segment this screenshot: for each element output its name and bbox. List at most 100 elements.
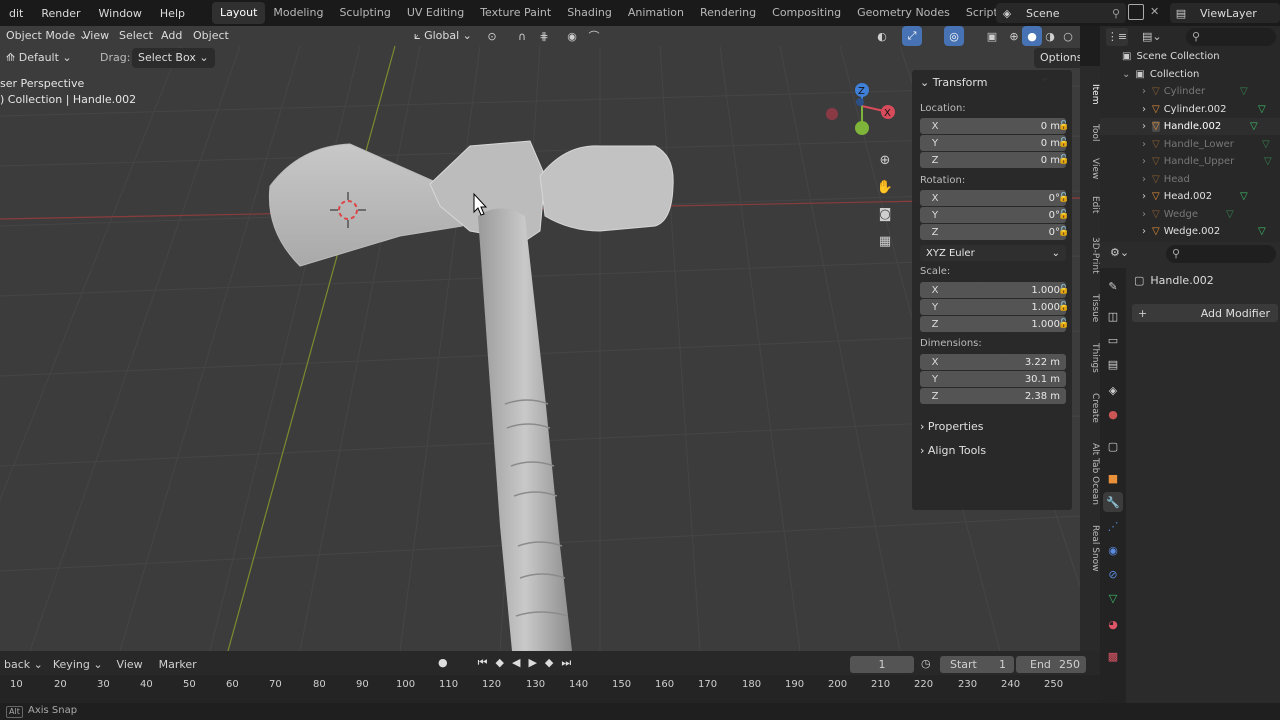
orientation-dropdown[interactable]: ⟰ Default ⌄: [0, 48, 78, 68]
lock-icon[interactable]: 🔓: [1058, 121, 1069, 131]
proportional-edit-icon[interactable]: ◉: [562, 26, 582, 46]
solid-shading-icon[interactable]: ●: [1022, 26, 1042, 46]
menu-help[interactable]: Help: [151, 7, 194, 20]
timeline-menu-view[interactable]: View: [109, 658, 151, 671]
tab-shading[interactable]: Shading: [559, 2, 620, 24]
next-keyframe-icon[interactable]: ◆: [545, 656, 553, 670]
scale-z-field[interactable]: Z 1.000: [920, 316, 1066, 332]
xray-icon[interactable]: ▣: [982, 26, 1002, 46]
dimensions-z-field[interactable]: Z 2.38 m: [920, 388, 1066, 404]
menu-add[interactable]: Add: [155, 26, 188, 46]
lock-icon[interactable]: 🔓: [1058, 155, 1069, 165]
align-tools-header[interactable]: › Align Tools: [920, 444, 986, 457]
play-icon[interactable]: ▶: [528, 656, 536, 670]
display-mode-icon[interactable]: ▤⌄: [1142, 28, 1168, 46]
start-frame-field[interactable]: Start 1: [940, 656, 1014, 673]
tab-uv-editing[interactable]: UV Editing: [399, 2, 472, 24]
play-reverse-icon[interactable]: ◀: [512, 656, 520, 670]
overlay-icon[interactable]: ◎: [944, 26, 964, 46]
dimensions-x-field[interactable]: X 3.22 m: [920, 354, 1066, 370]
location-y-field[interactable]: Y0 m: [920, 135, 1066, 151]
menu-edit[interactable]: dit: [0, 7, 32, 20]
timeline-menu-marker[interactable]: Marker: [151, 658, 205, 671]
pivot-icon[interactable]: ⊙: [482, 26, 502, 46]
properties-header[interactable]: › Properties: [920, 420, 984, 433]
material-tab-icon[interactable]: ◕: [1103, 614, 1123, 634]
drag-dropdown[interactable]: Select Box ⌄: [132, 48, 215, 68]
outliner-item[interactable]: › ▽ Handle_Lower ▽: [1100, 136, 1280, 153]
collection-row[interactable]: ⌄ ▣ Collection: [1100, 66, 1280, 83]
lock-icon[interactable]: 🔓: [1058, 285, 1069, 295]
object-name-field[interactable]: ▢ Handle.002: [1134, 274, 1214, 287]
outliner-item[interactable]: › ▽ Head: [1100, 171, 1280, 188]
view-layer-selector[interactable]: ▤ ViewLayer: [1170, 3, 1280, 23]
dimensions-y-field[interactable]: Y 30.1 m: [920, 371, 1066, 387]
new-scene-icon[interactable]: [1128, 4, 1144, 20]
options-dropdown[interactable]: Options ⌄: [1034, 48, 1080, 84]
scene-tab-icon[interactable]: ◈: [1103, 380, 1123, 400]
tab-texture-paint[interactable]: Texture Paint: [472, 2, 559, 24]
tab-3d-print[interactable]: 3D-Print: [1080, 231, 1100, 279]
prev-keyframe-icon[interactable]: ◆: [496, 656, 504, 670]
jump-end-icon[interactable]: ⏭: [561, 656, 571, 670]
texture-tab-icon[interactable]: ▩: [1103, 646, 1123, 666]
rotation-y-field[interactable]: Y 0°: [920, 207, 1066, 223]
outliner-editor-icon[interactable]: ⋮≡: [1106, 28, 1128, 46]
lock-icon[interactable]: 🔓: [1058, 193, 1069, 203]
outliner-search-input[interactable]: ⚲: [1186, 28, 1276, 46]
tab-tool[interactable]: Tool: [1080, 118, 1100, 148]
outliner-item[interactable]: › ▽ Cylinder ▽: [1100, 83, 1280, 100]
gizmo-icon[interactable]: ⤢: [902, 26, 922, 46]
menu-view[interactable]: View: [77, 26, 115, 46]
rotation-mode-dropdown[interactable]: XYZ Euler ⌄: [920, 245, 1066, 261]
outliner-item[interactable]: › ▽ Wedge ▽: [1100, 206, 1280, 223]
outliner-item[interactable]: › ▽ Wedge.002 ▽: [1100, 223, 1280, 240]
tab-view[interactable]: View: [1080, 154, 1100, 184]
record-icon[interactable]: ●: [438, 656, 448, 670]
keying-dropdown[interactable]: Keying ⌄: [47, 658, 109, 671]
add-modifier-button[interactable]: + Add Modifier: [1132, 304, 1278, 322]
outliner-item[interactable]: › ▽ Handle_Upper ▽: [1100, 153, 1280, 170]
end-frame-field[interactable]: End 250: [1016, 656, 1086, 673]
zoom-icon[interactable]: ⊕: [875, 150, 895, 170]
stopwatch-icon[interactable]: ◷: [921, 657, 931, 670]
lock-icon[interactable]: 🔓: [1058, 210, 1069, 220]
particles-tab-icon[interactable]: ⋰: [1103, 516, 1123, 536]
3d-viewport[interactable]: Object Mode ⌄ View Select Add Object ⟰ D…: [0, 26, 1080, 651]
render-tab-icon[interactable]: ◫: [1103, 306, 1123, 326]
location-x-field[interactable]: X0 m: [920, 118, 1066, 134]
menu-object[interactable]: Object: [187, 26, 235, 46]
object-tab-icon[interactable]: ■: [1103, 468, 1123, 488]
tab-alt-tab-ocean[interactable]: Alt Tab Ocean: [1080, 438, 1100, 510]
delete-scene-icon[interactable]: ✕: [1150, 5, 1164, 19]
snap-target-icon[interactable]: ⋕: [534, 26, 554, 46]
current-frame-field[interactable]: 1: [850, 656, 914, 673]
scale-y-field[interactable]: Y 1.000: [920, 299, 1066, 315]
snap-icon[interactable]: ∩: [512, 26, 532, 46]
lock-icon[interactable]: 🔓: [1058, 227, 1069, 237]
falloff-icon[interactable]: ⌒: [584, 26, 604, 46]
tab-item[interactable]: Item: [1080, 76, 1100, 112]
lock-icon[interactable]: 🔓: [1058, 302, 1069, 312]
playback-dropdown[interactable]: back ⌄: [0, 658, 47, 671]
tab-edit[interactable]: Edit: [1080, 190, 1100, 220]
transform-orientation-dropdown[interactable]: ⟀ Global ⌄: [408, 26, 478, 46]
location-z-field[interactable]: Z0 m: [920, 152, 1066, 168]
outliner-item-selected[interactable]: › ▽ Handle.002 ▽: [1100, 118, 1280, 135]
rotation-x-field[interactable]: X 0°: [920, 190, 1066, 206]
properties-search-input[interactable]: ⚲: [1166, 245, 1276, 263]
tab-sculpting[interactable]: Sculpting: [331, 2, 398, 24]
camera-icon[interactable]: ◙: [875, 204, 895, 224]
rendered-shading-icon[interactable]: ○: [1058, 26, 1078, 46]
tab-tissue[interactable]: Tissue: [1080, 288, 1100, 328]
transform-header[interactable]: ⌄ Transform: [920, 76, 987, 89]
outliner-item[interactable]: › ▽ Head.002 ▽: [1100, 188, 1280, 205]
world-tab-icon[interactable]: ●: [1103, 404, 1123, 424]
tab-compositing[interactable]: Compositing: [764, 2, 849, 24]
output-tab-icon[interactable]: ▭: [1103, 330, 1123, 350]
outliner-item[interactable]: › ▽ Cylinder.002 ▽: [1100, 101, 1280, 118]
tab-create[interactable]: Create: [1080, 388, 1100, 428]
rotation-z-field[interactable]: Z 0°: [920, 224, 1066, 240]
tab-animation[interactable]: Animation: [620, 2, 692, 24]
tab-geometry-nodes[interactable]: Geometry Nodes: [849, 2, 958, 24]
